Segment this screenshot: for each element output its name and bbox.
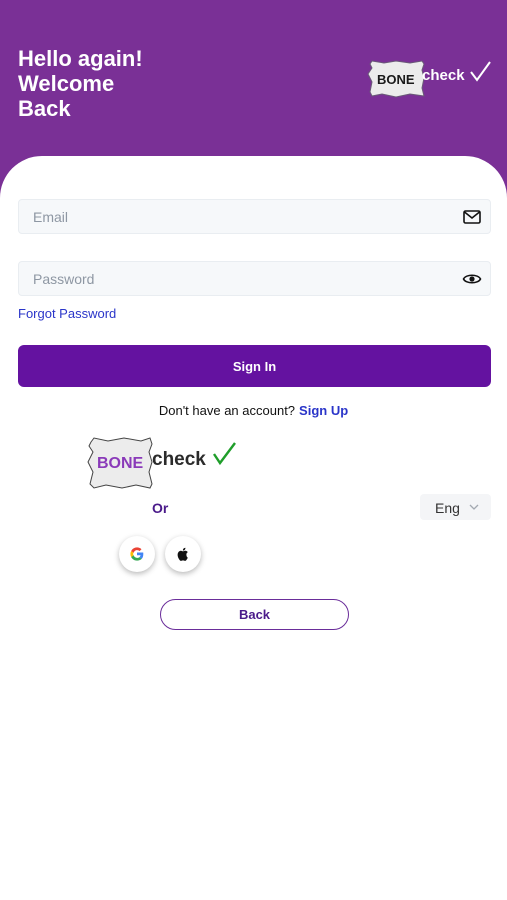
header-logo: BONE check: [367, 60, 491, 98]
signup-prompt: Don't have an account? Sign Up: [0, 403, 507, 418]
page-title: Hello again! Welcome Back: [18, 46, 218, 121]
back-button[interactable]: Back: [160, 599, 349, 630]
mail-icon: [463, 210, 481, 224]
greeting-line-1: Hello again!: [18, 46, 143, 71]
google-icon: [130, 547, 144, 561]
password-field[interactable]: [18, 261, 491, 296]
checkmark-icon: [213, 442, 236, 466]
greeting-line-2: Welcome: [18, 71, 115, 96]
header-logo-check-text: check: [422, 67, 465, 84]
sign-up-link[interactable]: Sign Up: [299, 403, 348, 418]
no-account-text: Don't have an account?: [158, 403, 296, 418]
chevron-down-icon: [469, 504, 479, 510]
header-logo-checkmark-icon: [470, 61, 491, 82]
logo-bone-text: BONE: [97, 455, 144, 472]
apple-signin-button[interactable]: [165, 536, 201, 572]
forgot-password-link[interactable]: Forgot Password: [18, 306, 116, 321]
bonecheck-logo: BONE check: [87, 437, 236, 489]
logo-check-text: check: [152, 449, 206, 470]
google-signin-button[interactable]: [119, 536, 155, 572]
sign-in-button[interactable]: Sign In: [18, 345, 491, 387]
header-logo-bone-text: BONE: [377, 72, 415, 87]
email-input[interactable]: [19, 200, 439, 233]
eye-icon[interactable]: [462, 269, 482, 289]
language-value: Eng: [435, 500, 460, 516]
apple-icon: [177, 547, 188, 561]
password-input[interactable]: [19, 262, 439, 295]
greeting-line-3: Back: [18, 96, 71, 121]
or-divider: Or: [152, 500, 169, 516]
language-select[interactable]: Eng: [420, 494, 491, 520]
email-field[interactable]: [18, 199, 491, 234]
